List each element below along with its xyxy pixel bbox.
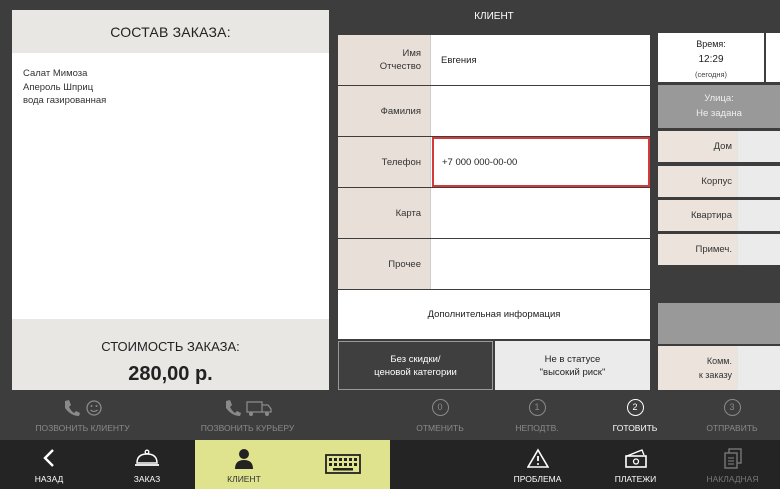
time-today-note: (сегодня) [694, 70, 728, 79]
extra-info-button[interactable]: Дополнительная информация [338, 290, 650, 339]
field-label: Комм. к заказу [658, 346, 737, 390]
order-item[interactable]: Салат Мимоза [23, 67, 106, 81]
status-number: 3 [723, 399, 741, 416]
last-name-input[interactable] [432, 86, 650, 136]
time-box-extra[interactable] [766, 33, 780, 82]
nav-problem-button[interactable]: ПРОБЛЕМА [505, 440, 570, 489]
status-number: 2 [626, 399, 644, 416]
bottom-nav: НАЗАД ЗАКАЗ КЛИЕНТ ПРОБЛЕМА ПЛАТЕЖИ НАКЛ… [0, 440, 780, 489]
keyboard-icon [324, 454, 361, 474]
field-label: Карта [338, 188, 431, 238]
field-first-middle-name: Имя Отчество Евгения [338, 35, 650, 85]
call-client-button[interactable]: ПОЗВОНИТЬ КЛИЕНТУ [20, 390, 145, 440]
nav-client-button[interactable]: КЛИЕНТ [195, 440, 293, 489]
time-value: 12:29 [698, 54, 724, 65]
street-value: Не задана [696, 108, 742, 119]
order-cost-value: 280,00 р. [128, 363, 213, 385]
field-card: Карта [338, 188, 650, 238]
status-number: 0 [431, 399, 449, 416]
delivery-time-box[interactable]: Время: 12:29 (сегодня) [658, 33, 764, 82]
phone-smile-icon [65, 400, 102, 416]
field-label: Фамилия [338, 86, 431, 136]
time-label: Время: [696, 39, 726, 49]
field-apartment: Квартира [658, 200, 780, 231]
order-title: СОСТАВ ЗАКАЗА: [12, 10, 329, 53]
action-bar: ПОЗВОНИТЬ КЛИЕНТУ ПОЗВОНИТЬ КУРЬЕРУ 0 ОТ… [0, 390, 780, 440]
field-label: Телефон [338, 137, 431, 187]
nav-payments-button[interactable]: ПЛАТЕЖИ [603, 440, 668, 489]
order-panel: СОСТАВ ЗАКАЗА: Салат Мимоза Апероль Шпри… [12, 10, 329, 390]
address-blank-area [658, 303, 780, 344]
street-label: Улица: [704, 93, 734, 104]
status-cancel-button[interactable]: 0 ОТМЕНИТЬ [405, 390, 475, 440]
street-field[interactable]: Улица: Не задана [658, 85, 780, 128]
invoice-icon [723, 448, 742, 469]
other-input[interactable] [432, 239, 650, 289]
status-number: 1 [528, 399, 546, 416]
order-cost-box: СТОИМОСТЬ ЗАКАЗА: 280,00 р. [12, 319, 329, 390]
discount-category-button[interactable]: Без скидки/ценовой категории [338, 341, 493, 390]
order-item[interactable]: Апероль Шприц [23, 81, 106, 95]
order-items-list: Салат Мимоза Апероль Шприц вода газирова… [23, 67, 106, 108]
warning-icon [526, 448, 549, 468]
order-item[interactable]: вода газированная [23, 94, 106, 108]
call-courier-button[interactable]: ПОЗВОНИТЬ КУРЬЕРУ [185, 390, 310, 440]
field-last-name: Фамилия [338, 86, 650, 136]
cloche-icon [135, 449, 159, 466]
nav-keyboard-button[interactable] [300, 440, 385, 489]
order-cost-label: СТОИМОСТЬ ЗАКАЗА: [101, 339, 240, 354]
field-house: Дом [658, 131, 780, 162]
field-label: Квартира [658, 200, 737, 231]
order-comment-input[interactable] [738, 346, 780, 390]
field-phone: Телефон +7 000 000-00-00 [338, 137, 650, 187]
nav-back-button[interactable]: НАЗАД [20, 440, 78, 489]
user-icon [235, 449, 253, 469]
cash-icon [624, 449, 647, 468]
field-label: Корпус [658, 166, 737, 197]
house-input[interactable] [738, 131, 780, 162]
field-label: Примеч. [658, 234, 737, 265]
apartment-input[interactable] [738, 200, 780, 231]
first-name-input[interactable]: Евгения [432, 35, 650, 85]
field-label: Дом [658, 131, 737, 162]
status-send-button[interactable]: 3 ОТПРАВИТЬ [697, 390, 767, 440]
field-label: Имя Отчество [338, 35, 431, 85]
field-building: Корпус [658, 166, 780, 197]
chevron-left-icon [43, 449, 54, 467]
phone-truck-icon [226, 400, 272, 416]
status-prepare-button[interactable]: 2 ГОТОВИТЬ [600, 390, 670, 440]
field-label: Прочее [338, 239, 431, 289]
phone-input[interactable]: +7 000 000-00-00 [432, 137, 650, 187]
field-note: Примеч. [658, 234, 780, 265]
card-input[interactable] [432, 188, 650, 238]
note-input[interactable] [738, 234, 780, 265]
client-header: КЛИЕНТ [474, 11, 514, 22]
field-order-comment: Комм. к заказу [658, 346, 780, 390]
high-risk-status-button[interactable]: Не в статусе "высокий риск" [495, 341, 650, 390]
nav-order-button[interactable]: ЗАКАЗ [118, 440, 176, 489]
nav-invoice-button[interactable]: НАКЛАДНАЯ [700, 440, 765, 489]
field-other: Прочее [338, 239, 650, 289]
building-input[interactable] [738, 166, 780, 197]
status-unconfirmed-button[interactable]: 1 НЕПОДТВ. [502, 390, 572, 440]
